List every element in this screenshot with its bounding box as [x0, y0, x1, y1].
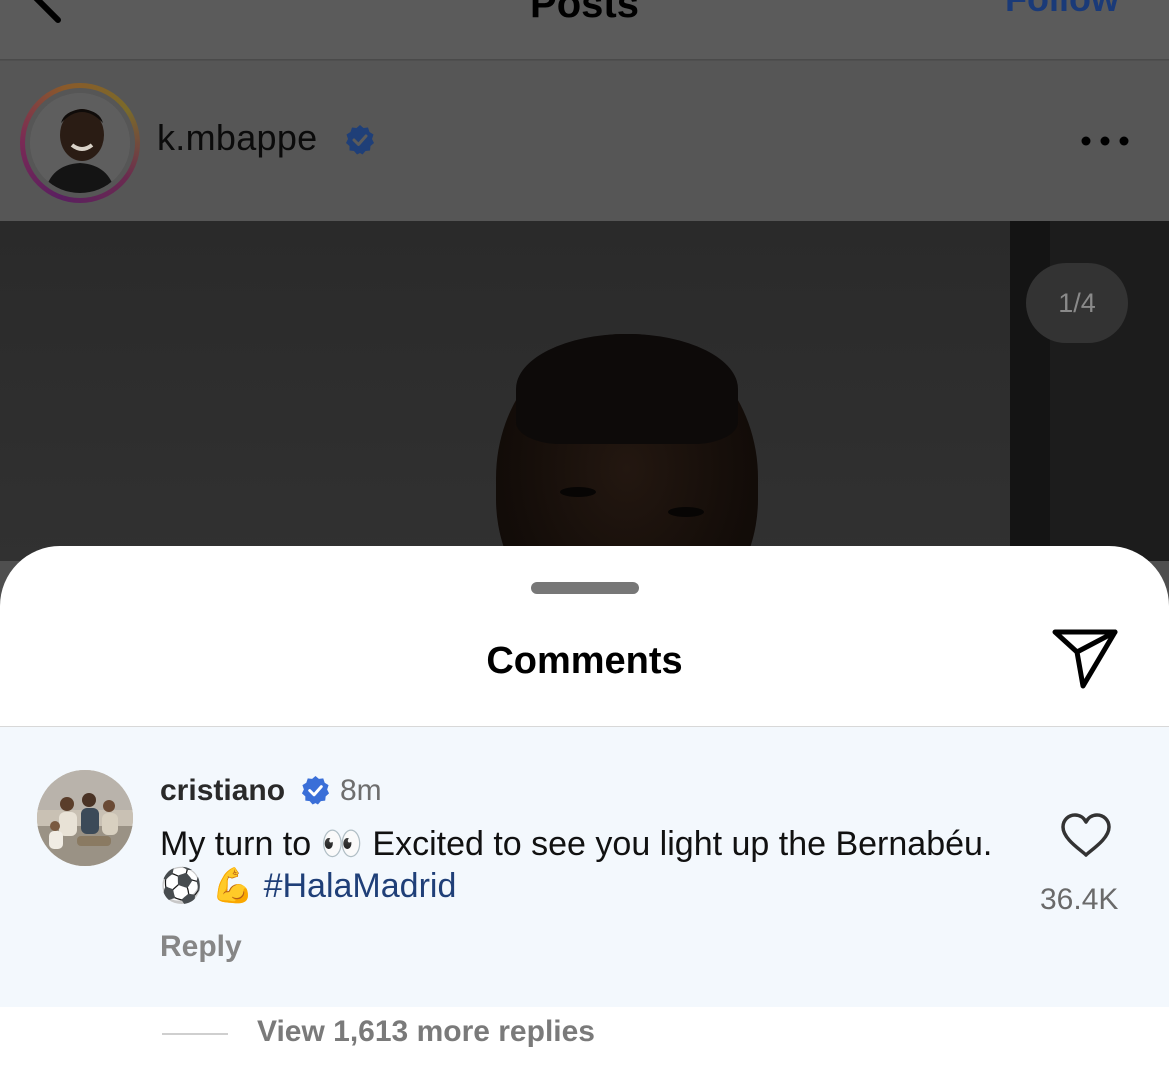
story-avatar[interactable] [20, 83, 140, 203]
follow-button[interactable]: Follow [1005, 0, 1119, 20]
post-username[interactable]: k.mbappe [157, 117, 318, 159]
comment-timestamp: 8m [340, 774, 382, 807]
share-icon[interactable] [1050, 628, 1120, 690]
top-nav-bar: Posts Follow [0, 0, 1169, 60]
post-header: k.mbappe [0, 61, 1169, 221]
comments-title: Comments [486, 640, 683, 682]
verified-icon [346, 125, 374, 155]
comments-sheet: Comments cristiano 8m My turn to 👀 Excit… [0, 546, 1169, 1067]
more-icon[interactable] [1080, 134, 1130, 148]
like-count: 36.4K [1040, 883, 1119, 916]
replies-line [162, 1033, 228, 1035]
soccer-ball-emoji: ⚽ [160, 866, 203, 906]
commenter-username[interactable]: cristiano [160, 774, 285, 808]
page-title: Posts [530, 0, 639, 26]
drag-handle[interactable] [531, 582, 639, 594]
view-replies-button[interactable]: View 1,613 more replies [257, 1015, 595, 1049]
comment-item: cristiano 8m My turn to 👀 Excited to see… [0, 727, 1169, 1007]
commenter-avatar[interactable] [37, 770, 133, 866]
heart-icon[interactable] [1059, 812, 1113, 858]
reply-button[interactable]: Reply [160, 930, 242, 964]
avatar [30, 93, 130, 193]
comment-text: My turn to 👀 Excited to see you light up… [160, 824, 993, 906]
post-image[interactable]: 1/4 [0, 221, 1169, 561]
verified-icon [301, 775, 330, 805]
flexed-biceps-emoji: 💪 [211, 866, 255, 906]
eyes-emoji: 👀 [320, 824, 363, 864]
image-counter: 1/4 [1026, 263, 1128, 343]
hashtag-link[interactable]: #HalaMadrid [264, 867, 457, 905]
